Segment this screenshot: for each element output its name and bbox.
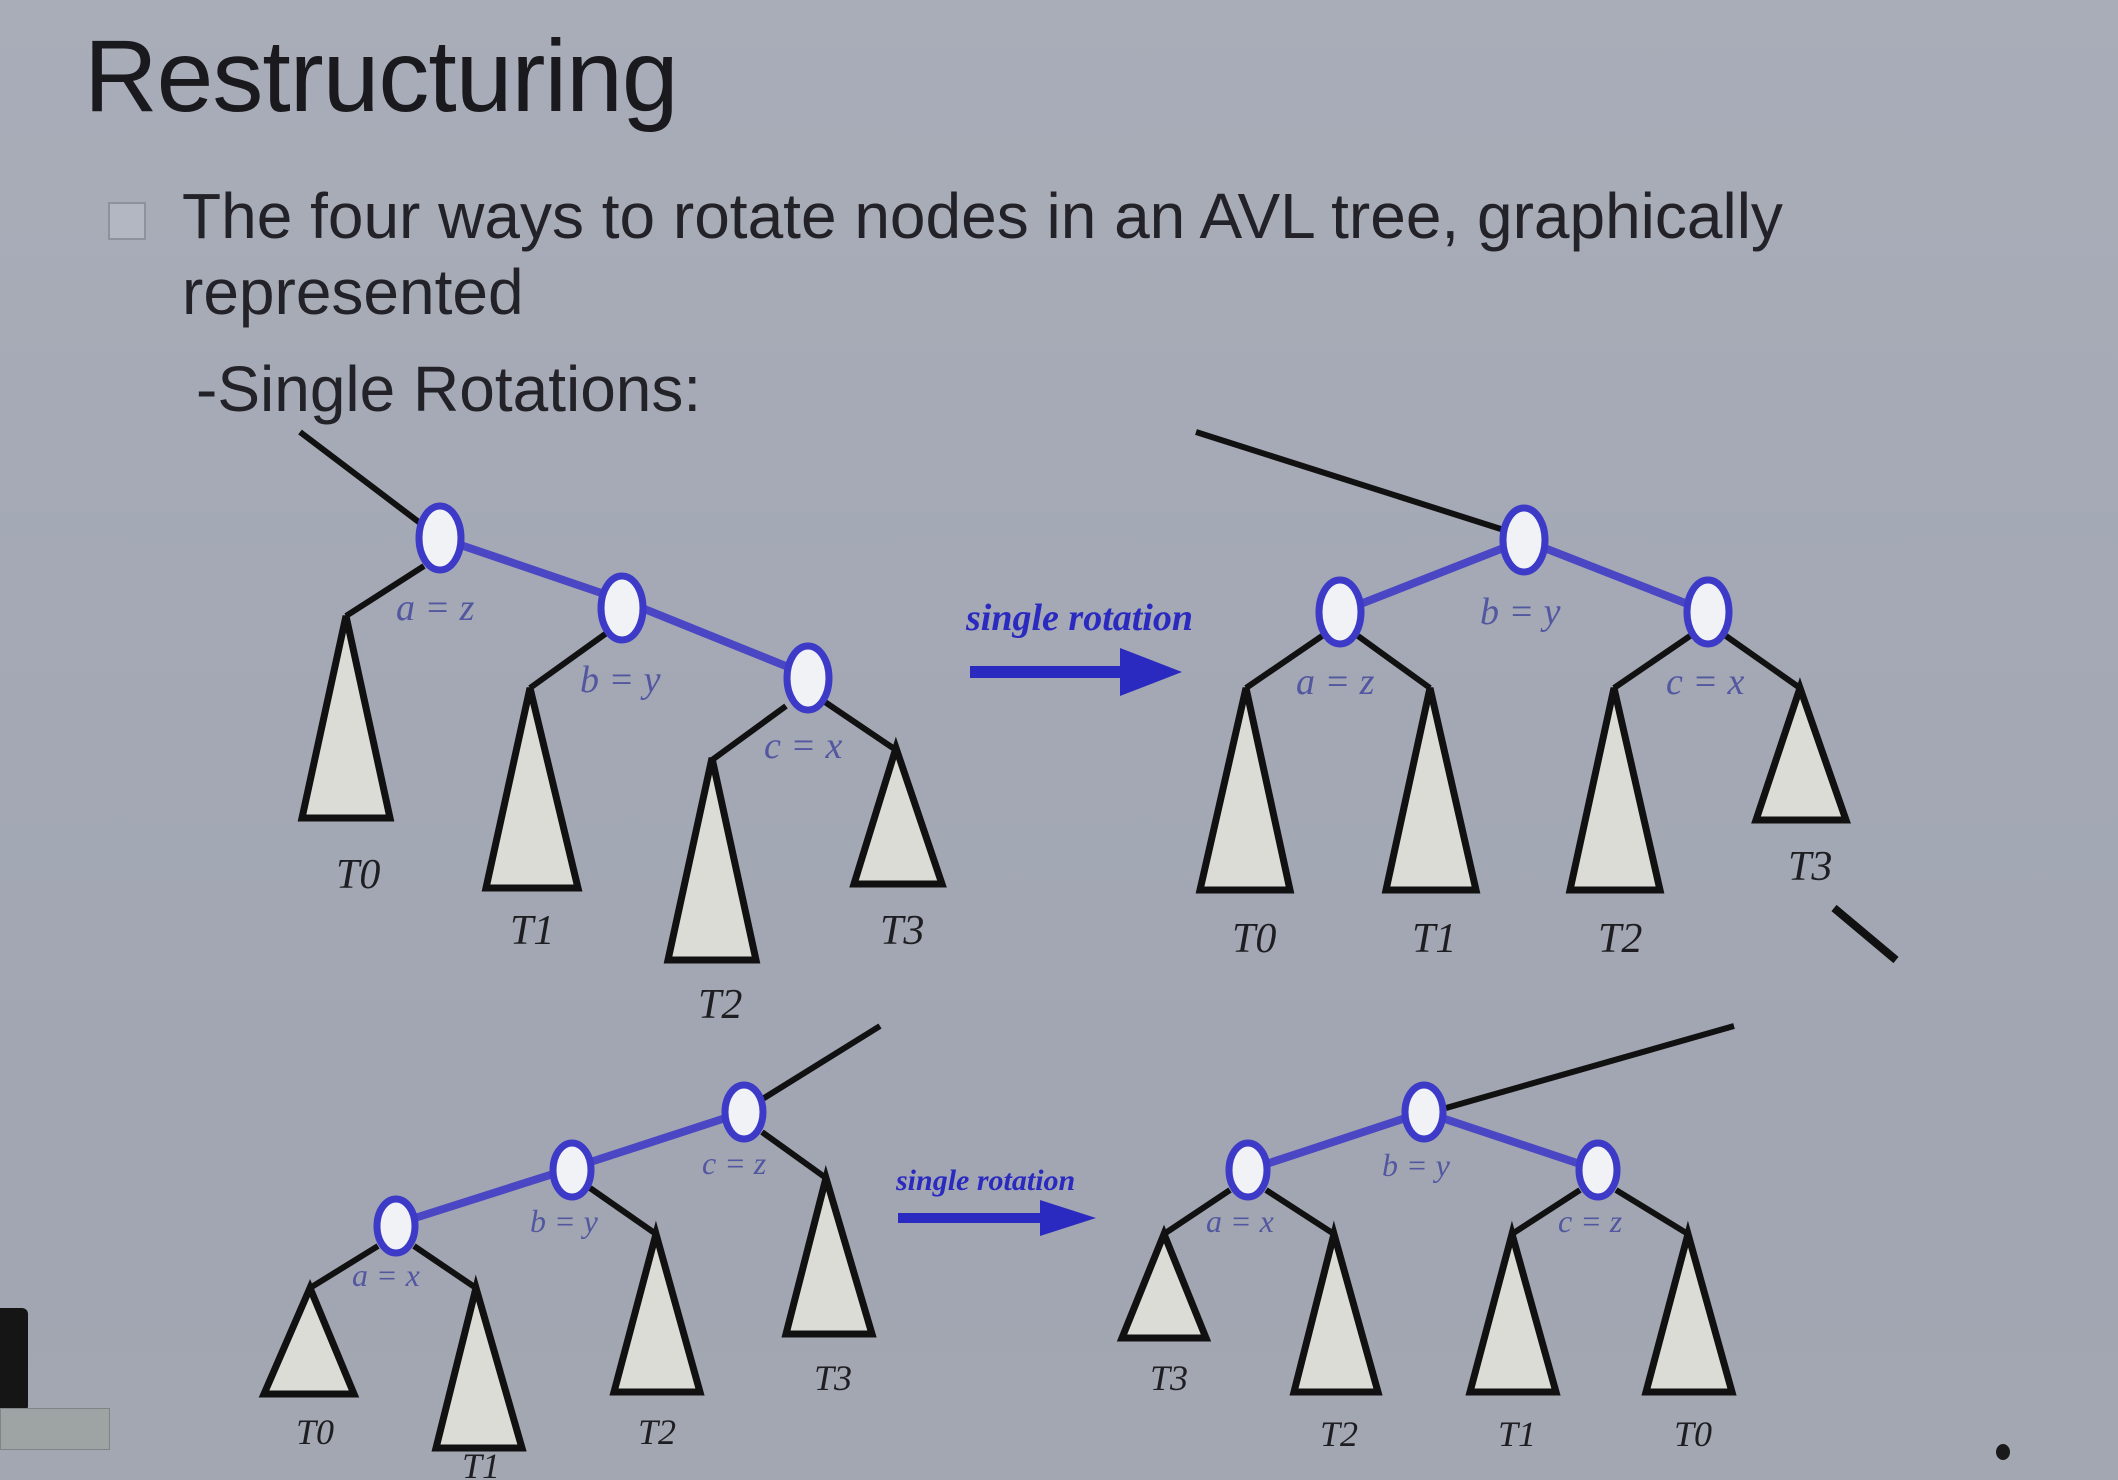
- label-a: a = z: [1296, 661, 1375, 703]
- subtree-T0: [297, 615, 395, 822]
- label-b: b = y: [1480, 591, 1561, 633]
- node-a: [1315, 576, 1365, 648]
- label-c: c = z: [1558, 1203, 1623, 1239]
- label-T3: T3: [814, 1358, 852, 1398]
- subtree-T2: [609, 1220, 705, 1396]
- label-T3: T3: [1788, 844, 1832, 890]
- node-b: [1499, 504, 1549, 576]
- bottom-rotation-arrow: single rotation: [895, 1164, 1096, 1236]
- label-c: c = x: [764, 725, 843, 767]
- node-c: [1575, 1139, 1621, 1201]
- subtree-T0: [1641, 1220, 1737, 1396]
- top-rotation-arrow: single rotation: [965, 597, 1193, 696]
- node-a: [373, 1195, 419, 1257]
- edge-a-T2: [1264, 1187, 1336, 1237]
- label-T0: T0: [336, 852, 380, 898]
- subtree-T3: [781, 1164, 877, 1338]
- label-T2: T2: [698, 982, 742, 1028]
- label-b: b = y: [580, 659, 661, 701]
- label-b: b = y: [530, 1203, 599, 1239]
- node-c: [721, 1081, 767, 1143]
- label-T0: T0: [1232, 916, 1276, 962]
- label-T0: T0: [296, 1412, 334, 1452]
- parent-edge: [298, 429, 426, 529]
- label-T2: T2: [1598, 916, 1642, 962]
- arrow-label: single rotation: [965, 597, 1193, 639]
- subtree-T2: [1289, 1220, 1383, 1396]
- rotation-diagrams: a = z b = y c = x T0 T1 T2 T3 single rot…: [258, 429, 1899, 1480]
- edge-b-T2: [588, 1185, 658, 1237]
- label-T3: T3: [1150, 1358, 1188, 1398]
- node-a: [415, 502, 465, 574]
- node-b: [549, 1139, 595, 1201]
- label-T1: T1: [510, 908, 554, 954]
- subtree-T0: [1195, 687, 1295, 894]
- annotation-stroke: [1831, 904, 1899, 964]
- subtree-T0: [258, 1279, 360, 1398]
- node-c: [1683, 576, 1733, 648]
- label-a: a = x: [1206, 1203, 1274, 1239]
- bottom-after-tree: b = y a = x c = z T3 T2 T1 T0: [1116, 1023, 1737, 1454]
- subtree-T1: [431, 1274, 527, 1452]
- label-T1: T1: [1498, 1414, 1536, 1454]
- label-T2: T2: [638, 1412, 676, 1452]
- label-T1: T1: [1412, 916, 1456, 962]
- subtree-T1: [1465, 1220, 1561, 1396]
- subtree-T3: [1751, 677, 1851, 824]
- top-before-tree: a = z b = y c = x T0 T1 T2 T3: [297, 429, 947, 1028]
- edge-c-T3: [760, 1129, 828, 1181]
- edge-c-T0: [1614, 1187, 1690, 1237]
- parent-edge: [746, 1023, 882, 1111]
- label-b: b = y: [1382, 1147, 1451, 1183]
- node-c: [783, 642, 833, 714]
- label-c: c = x: [1666, 661, 1745, 703]
- player-edge-marker: [0, 1308, 28, 1412]
- page-dot: [1996, 1444, 2010, 1460]
- slide: Restructuring The four ways to rotate no…: [0, 0, 2118, 1480]
- arrow-head: [1040, 1200, 1096, 1236]
- arrow-head: [1120, 648, 1182, 696]
- slide-thumbnail-icon[interactable]: [0, 1408, 110, 1450]
- label-T2: T2: [1320, 1414, 1358, 1454]
- bottom-before-tree: a = x b = y c = z T0 T1 T2 T3: [258, 1023, 882, 1480]
- arrow-label: single rotation: [895, 1164, 1075, 1197]
- subtree-T2: [663, 757, 761, 964]
- label-c: c = z: [702, 1145, 767, 1181]
- subtree-T1: [1381, 687, 1481, 894]
- label-a: a = z: [396, 587, 475, 629]
- subtree-T3: [849, 736, 947, 888]
- label-T3: T3: [880, 908, 924, 954]
- node-b: [1401, 1081, 1447, 1143]
- subtree-T1: [481, 687, 583, 892]
- label-T0: T0: [1674, 1414, 1712, 1454]
- edge-b-c: [1422, 1108, 1600, 1174]
- edge-a-T1: [412, 1243, 478, 1291]
- label-a: a = x: [352, 1257, 420, 1293]
- subtree-T2: [1565, 687, 1665, 894]
- top-after-tree: b = y a = z c = x T0 T1 T2 T3: [1195, 429, 1899, 964]
- subtree-T3: [1116, 1224, 1212, 1342]
- parent-edge: [1195, 429, 1505, 533]
- label-T1: T1: [462, 1446, 500, 1480]
- parent-edge: [1445, 1023, 1735, 1111]
- node-a: [1225, 1139, 1271, 1201]
- node-b: [597, 572, 647, 644]
